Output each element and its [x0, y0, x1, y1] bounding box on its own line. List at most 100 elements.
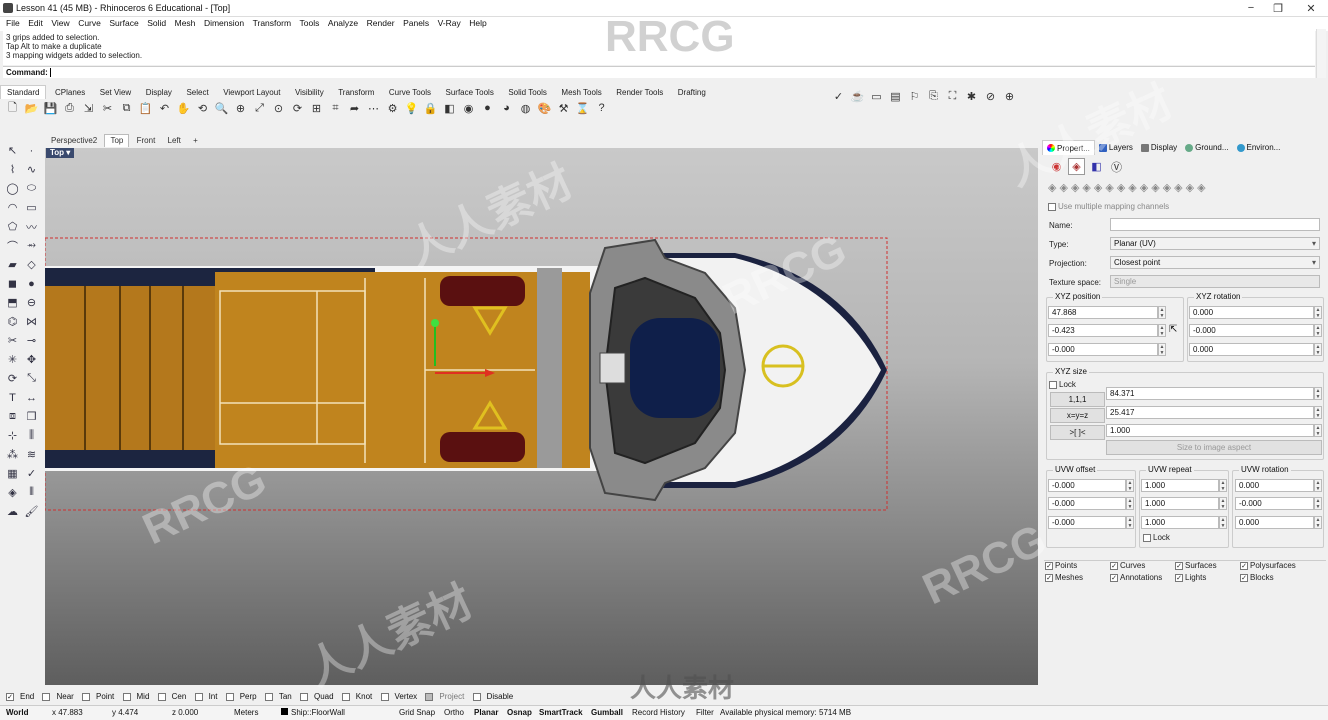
infinite-plane-icon[interactable]: ⊕ — [1001, 88, 1018, 105]
osnap-perp-checkbox[interactable] — [225, 692, 234, 701]
repeat-v-spinner[interactable]: ▲ ▼ — [1219, 497, 1227, 510]
size-z-field[interactable]: 1.000 — [1106, 424, 1314, 437]
select-icon[interactable]: ➦ — [346, 100, 363, 117]
osnap-point-checkbox[interactable] — [82, 692, 91, 701]
filter-toggle[interactable]: Filter — [696, 706, 714, 720]
position-y-spinner[interactable]: ▲ ▼ — [1158, 324, 1166, 337]
frame-buffer-icon[interactable]: ▭ — [868, 88, 885, 105]
freeform-icon[interactable]: 〰 — [22, 217, 41, 236]
copy-icon[interactable]: ⧉ — [118, 100, 135, 117]
mirror-icon[interactable]: ⫼ — [22, 426, 41, 445]
size-y-field[interactable]: 25.417 — [1106, 406, 1314, 419]
mapping-icon[interactable]: ◈ — [1048, 181, 1056, 194]
new-file-icon[interactable]: 🗋 — [4, 100, 21, 117]
tab-left[interactable]: Left — [163, 135, 186, 147]
zebra-icon[interactable]: ⫴ — [22, 483, 41, 502]
offset-u-field[interactable]: -0.000 — [1048, 479, 1126, 492]
gumball-toggle[interactable]: Gumball — [591, 706, 623, 720]
properties-icon[interactable]: ⚙ — [384, 100, 401, 117]
boolean-icon[interactable]: ⊖ — [22, 293, 41, 312]
add-viewport-button[interactable]: + — [188, 135, 203, 147]
polyline-icon[interactable]: ⌇ — [3, 160, 22, 179]
fillet-curve-icon[interactable]: ⌒ — [3, 236, 22, 255]
tools-icon[interactable]: ⚒ — [555, 100, 572, 117]
osnap-project-checkbox[interactable] — [425, 692, 434, 701]
uvw-rotation-v-field[interactable]: -0.000 — [1235, 497, 1314, 510]
size-fit-button[interactable]: >[ ]< — [1050, 425, 1105, 440]
command-input[interactable]: Command: — [3, 66, 1315, 78]
rotation-x-field[interactable]: 0.000 — [1189, 306, 1314, 319]
mapping-icon[interactable]: ◈ — [1128, 181, 1136, 194]
mapping-icon[interactable]: ◈ — [1117, 181, 1125, 194]
render-tool-icon[interactable]: ◈ — [3, 483, 22, 502]
osnap-end-checkbox[interactable]: ✓ — [6, 692, 14, 701]
vray-page-icon[interactable]: Ⓥ — [1108, 158, 1125, 175]
point-icon[interactable]: · — [22, 141, 41, 160]
mapping-icon[interactable]: ◈ — [1071, 181, 1079, 194]
offset-w-spinner[interactable]: ▲ ▼ — [1126, 516, 1134, 529]
filter-polysurfaces[interactable]: ✓ Polysurfaces — [1240, 561, 1296, 570]
grid-snap-toggle[interactable]: Grid Snap — [399, 706, 435, 720]
repeat-w-field[interactable]: 1.000 — [1141, 516, 1219, 529]
osnap-project[interactable]: Project — [425, 692, 464, 701]
uvw-rotation-w-field[interactable]: 0.000 — [1235, 516, 1314, 529]
smarttrack-toggle[interactable]: SmartTrack — [539, 706, 583, 720]
filter-lights-checkbox[interactable]: ✓ — [1175, 573, 1183, 582]
position-x-field[interactable]: 47.868 — [1048, 306, 1158, 319]
texture-mapping-icon[interactable]: ◈ — [1068, 158, 1085, 175]
use-multiple-channels[interactable]: Use multiple mapping channels — [1048, 202, 1169, 211]
osnap-quad-checkbox[interactable] — [299, 692, 308, 701]
undo-icon[interactable]: ↶ — [156, 100, 173, 117]
array-icon[interactable]: ⁂ — [3, 445, 22, 464]
uvw-rotation-u-spinner[interactable]: ▲ ▼ — [1314, 479, 1322, 492]
split-icon[interactable]: ⊸ — [22, 331, 41, 350]
zoom-extents-icon[interactable]: ⤢ — [251, 100, 268, 117]
filter-curves[interactable]: ✓ Curves — [1110, 561, 1145, 570]
surface-icon[interactable]: ▰ — [3, 255, 22, 274]
osnap-quad[interactable]: Quad — [299, 692, 334, 701]
uvw-rotation-w-spinner[interactable]: ▲ ▼ — [1314, 516, 1322, 529]
size-xyz-button[interactable]: x=y=z — [1050, 408, 1105, 423]
minimize-icon[interactable]: − — [1244, 2, 1258, 14]
filter-curves-checkbox[interactable]: ✓ — [1110, 561, 1118, 570]
export-icon[interactable]: ⇲ — [80, 100, 97, 117]
tab-display-panel[interactable]: Display — [1137, 140, 1181, 155]
layer-icon[interactable]: ◧ — [441, 100, 458, 117]
osnap-mid-checkbox[interactable] — [122, 692, 131, 701]
cplane-indicator[interactable]: World — [6, 706, 29, 720]
light-spot-icon[interactable]: ⚐ — [906, 88, 923, 105]
osnap-tan-checkbox[interactable] — [264, 692, 273, 701]
tab-front[interactable]: Front — [132, 135, 161, 147]
osnap-vertex[interactable]: Vertex — [380, 692, 417, 701]
dimension-icon[interactable]: ↔ — [22, 388, 41, 407]
grid-icon[interactable]: ⋯ — [365, 100, 382, 117]
rotation-z-spinner[interactable]: ▲ ▼ — [1314, 343, 1322, 356]
ellipse-icon[interactable]: ⬭ — [22, 179, 41, 198]
shaded-sphere-icon[interactable]: ● — [479, 100, 496, 117]
osnap-disable-checkbox[interactable] — [472, 692, 481, 701]
osnap-disable[interactable]: Disable — [472, 692, 513, 701]
clipper-icon[interactable]: ⊘ — [982, 88, 999, 105]
use-multiple-checkbox[interactable] — [1048, 202, 1056, 211]
check-mark-icon[interactable]: ✓ — [22, 464, 41, 483]
cage-icon[interactable]: ▦ — [3, 464, 22, 483]
repeat-lock[interactable]: Lock — [1143, 533, 1170, 542]
filter-meshes[interactable]: ✓ Meshes — [1045, 573, 1083, 582]
close-icon[interactable]: ✕ — [1304, 2, 1318, 15]
offset-v-spinner[interactable]: ▲ ▼ — [1126, 497, 1134, 510]
position-z-field[interactable]: -0.000 — [1048, 343, 1158, 356]
rotate-icon[interactable]: ⟳ — [3, 369, 22, 388]
mapping-icon[interactable]: ◈ — [1197, 181, 1205, 194]
osnap-tan[interactable]: Tan — [264, 692, 292, 701]
osnap-perp[interactable]: Perp — [225, 692, 257, 701]
light-icon[interactable]: 💡 — [403, 100, 420, 117]
osnap-near[interactable]: Near — [42, 692, 74, 701]
osnap-point[interactable]: Point — [82, 692, 114, 701]
pick-point-icon[interactable]: ⇱ — [1169, 324, 1177, 335]
paint-icon[interactable]: 🖌 — [22, 502, 41, 521]
object-color-icon[interactable]: ◉ — [1048, 158, 1065, 175]
osnap-end[interactable]: ✓ End — [6, 692, 34, 701]
filter-surfaces[interactable]: ✓ Surfaces — [1175, 561, 1217, 570]
undo-view-icon[interactable]: ⟳ — [289, 100, 306, 117]
block-icon[interactable]: ❒ — [22, 407, 41, 426]
